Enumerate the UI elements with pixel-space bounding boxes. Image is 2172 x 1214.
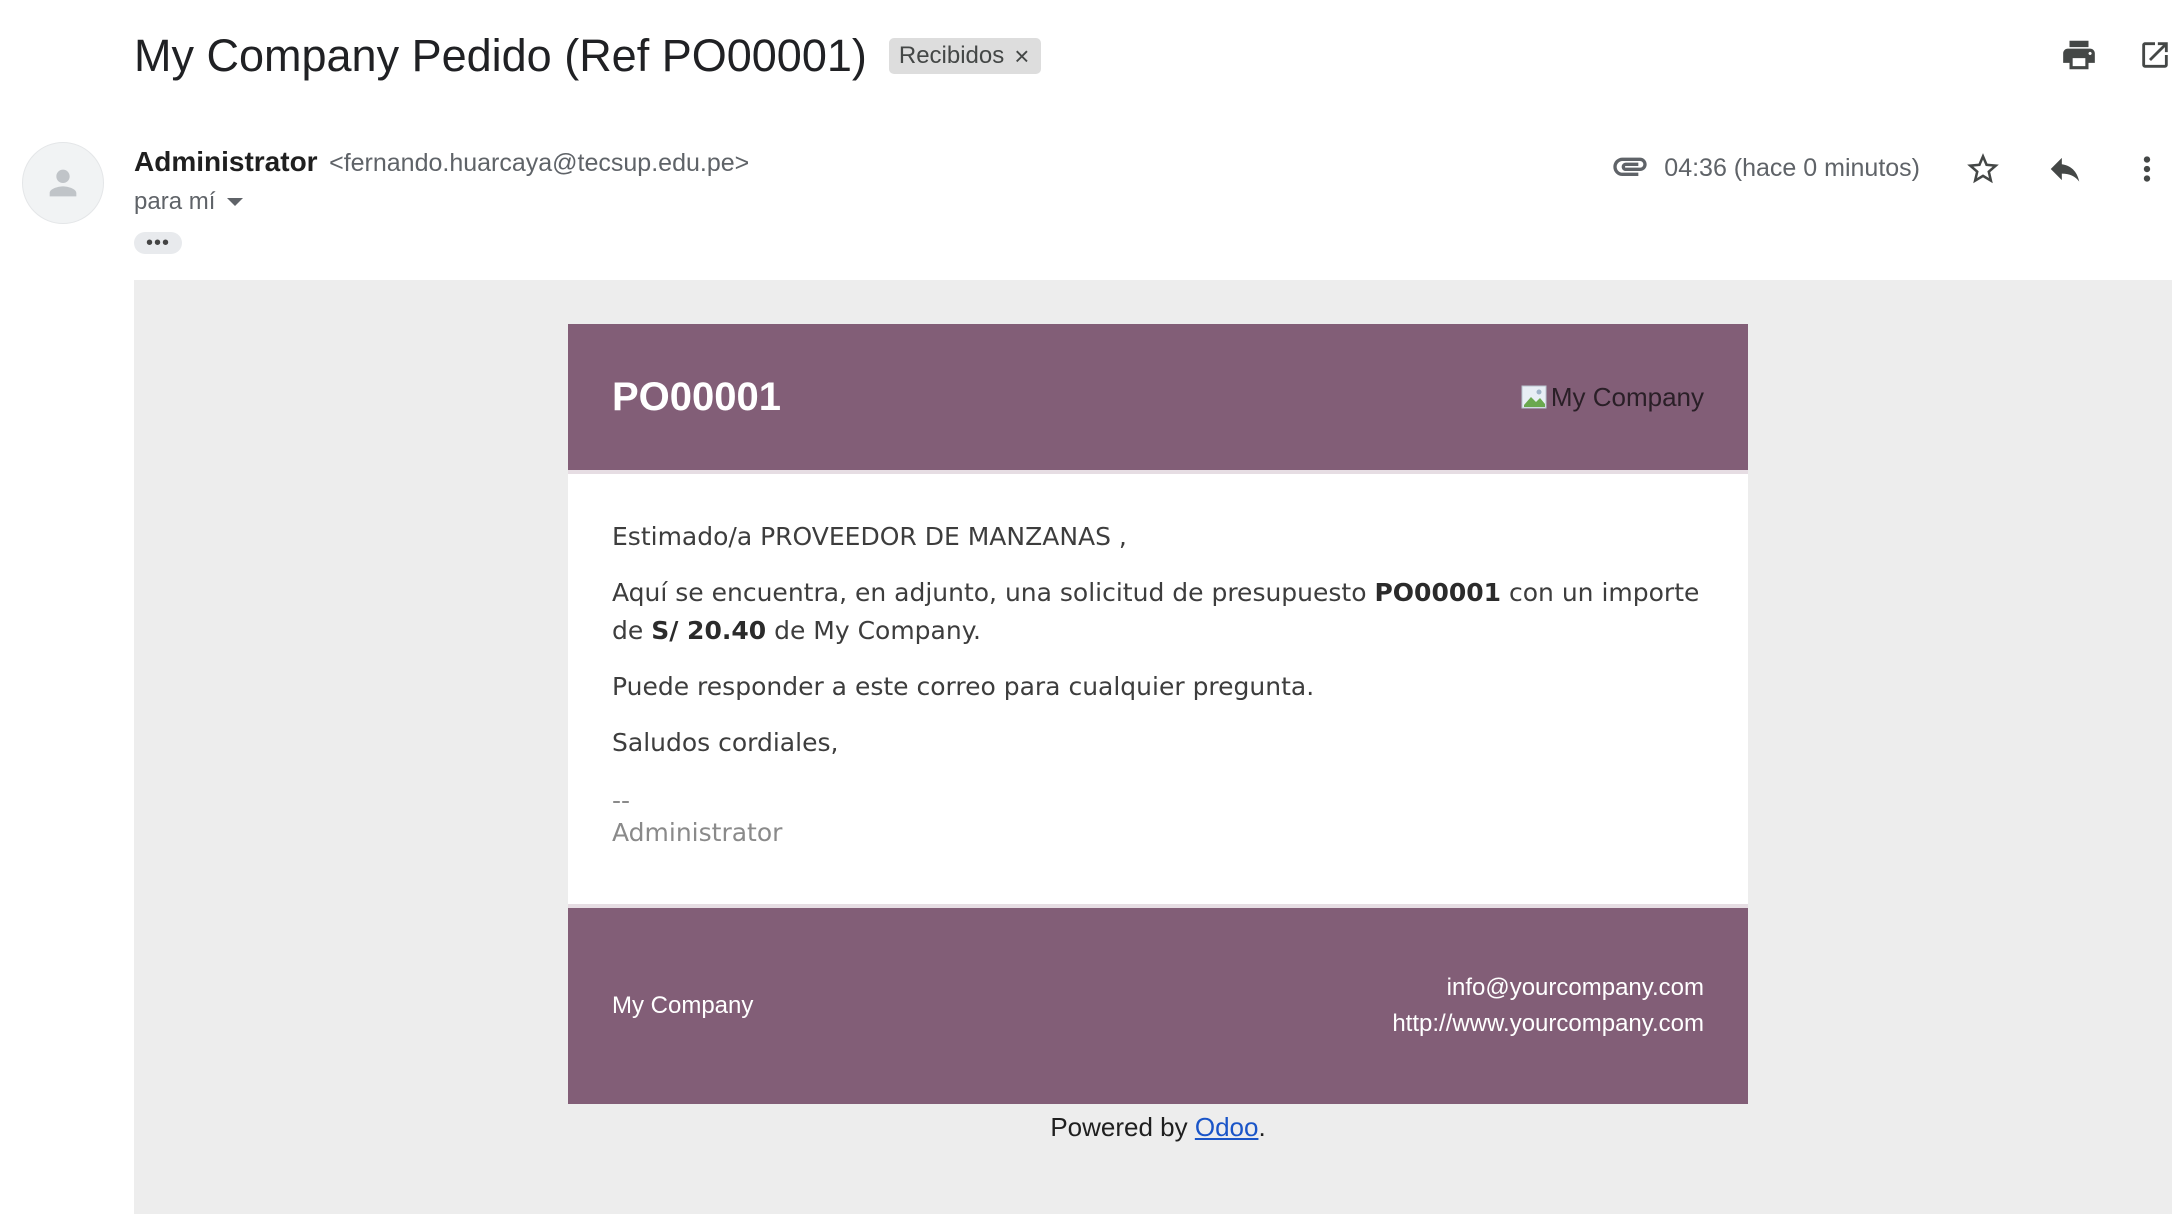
greeting: Estimado/a PROVEEDOR DE MANZANAS , — [612, 522, 1127, 551]
message-meta: 04:36 (hace 0 minutos) — [1610, 146, 2172, 191]
remove-label-icon[interactable]: × — [1014, 43, 1029, 69]
sender-name[interactable]: Administrator — [134, 146, 318, 177]
more-vert-icon[interactable] — [2128, 150, 2166, 188]
star-icon[interactable] — [1964, 150, 2002, 188]
footer-website[interactable]: http://www.yourcompany.com — [1392, 1006, 1704, 1042]
paragraph-closing: Saludos cordiales, — [612, 728, 839, 757]
footer-email[interactable]: info@yourcompany.com — [1392, 970, 1704, 1006]
paragraph-questions: Puede responder a este correo para cualq… — [612, 672, 1315, 701]
message-time: 04:36 (hace 0 minutos) — [1664, 154, 1920, 182]
recipient-text: para mí — [134, 188, 216, 215]
po-reference: PO00001 — [1374, 578, 1502, 607]
mail-header: PO00001 My Company — [568, 324, 1748, 474]
signature-name: Administrator — [612, 818, 783, 847]
print-icon[interactable] — [2060, 36, 2098, 74]
reply-icon[interactable] — [2046, 150, 2084, 188]
label-chip-text: Recibidos — [898, 42, 1005, 69]
sender-avatar[interactable] — [22, 142, 104, 224]
attachment-icon — [1610, 146, 1650, 191]
po-amount: S/ 20.40 — [651, 616, 767, 645]
email-view: My Company Pedido (Ref PO00001) Recibido… — [0, 0, 2172, 1214]
subject-row: My Company Pedido (Ref PO00001) Recibido… — [134, 30, 1042, 82]
label-chip-inbox[interactable]: Recibidos × — [888, 38, 1042, 74]
company-logo-alt: My Company — [1550, 381, 1704, 412]
footer-company: My Company — [612, 992, 754, 1019]
open-in-new-window-icon[interactable] — [2138, 38, 2172, 72]
mail-card: PO00001 My Company Estimado/a PROVEEDOR … — [568, 324, 1748, 1143]
po-title: PO00001 — [612, 374, 782, 419]
person-icon — [49, 169, 77, 197]
signature-separator: -- — [612, 786, 631, 815]
paragraph-request: Aquí se encuentra, en adjunto, una solic… — [612, 578, 1700, 645]
powered-by: Powered by Odoo. — [1050, 1112, 1266, 1142]
chevron-down-icon — [227, 198, 244, 206]
email-subject: My Company Pedido (Ref PO00001) — [134, 30, 867, 81]
show-trimmed-content-button[interactable]: ••• — [134, 232, 182, 254]
mail-footer: My Company info@yourcompany.com http://w… — [568, 908, 1748, 1104]
broken-image-icon — [1521, 385, 1547, 409]
footer-contact: info@yourcompany.com http://www.yourcomp… — [1392, 970, 1704, 1042]
mail-content: Estimado/a PROVEEDOR DE MANZANAS , Aquí … — [568, 474, 1748, 908]
sender-email: <fernando.huarcaya@tecsup.edu.pe> — [329, 149, 750, 177]
company-logo: My Company — [1521, 382, 1704, 413]
sender-row: Administrator <fernando.huarcaya@tecsup.… — [134, 146, 749, 178]
odoo-link[interactable]: Odoo — [1195, 1112, 1259, 1142]
thread-actions — [2060, 36, 2172, 74]
recipient-details-toggle[interactable]: para mí — [134, 188, 244, 216]
